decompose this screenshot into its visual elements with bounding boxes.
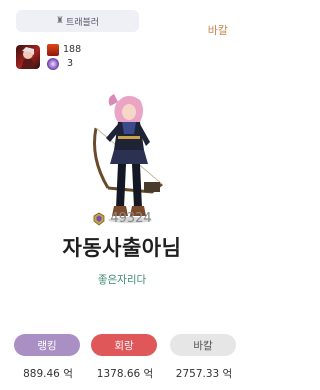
stat-value: 188 — [63, 44, 82, 55]
fame-score: 49324 — [0, 211, 244, 226]
avatar — [16, 45, 40, 69]
stat-row-count: 3 — [47, 57, 73, 70]
stat-row-level: 188 — [47, 43, 81, 56]
bakal-button[interactable]: 바칼 — [170, 334, 236, 356]
stat-value: 3 — [67, 58, 74, 69]
ranking-amount: 889.46 억 — [23, 368, 73, 380]
bakal-amount: 2757.33 억 — [175, 368, 233, 380]
corridor-amount: 1378.66 억 — [96, 368, 154, 380]
corridor-button[interactable]: 회랑 — [91, 334, 157, 356]
character-card[interactable]: ♜ 트래블러 바칼 188 3 49324 자동사출아님 좋은자리다 랭킹 회랑… — [0, 0, 244, 390]
ranking-button[interactable]: 랭킹 — [14, 334, 80, 356]
traveler-icon: ♜ — [55, 16, 64, 26]
red-crest-icon — [47, 43, 59, 56]
character-name: 자동사출아님 — [62, 236, 182, 260]
fame-emblem-icon — [93, 212, 105, 226]
job-label: 트래블러 — [65, 17, 100, 28]
purple-orb-icon — [47, 57, 59, 70]
job-tag: ♜ 트래블러 — [16, 10, 139, 32]
guild-name: 좋은자리다 — [97, 274, 147, 286]
character-sprite — [93, 94, 163, 223]
fame-value: 49324 — [110, 211, 152, 226]
server-name: 바칼 — [207, 24, 228, 37]
